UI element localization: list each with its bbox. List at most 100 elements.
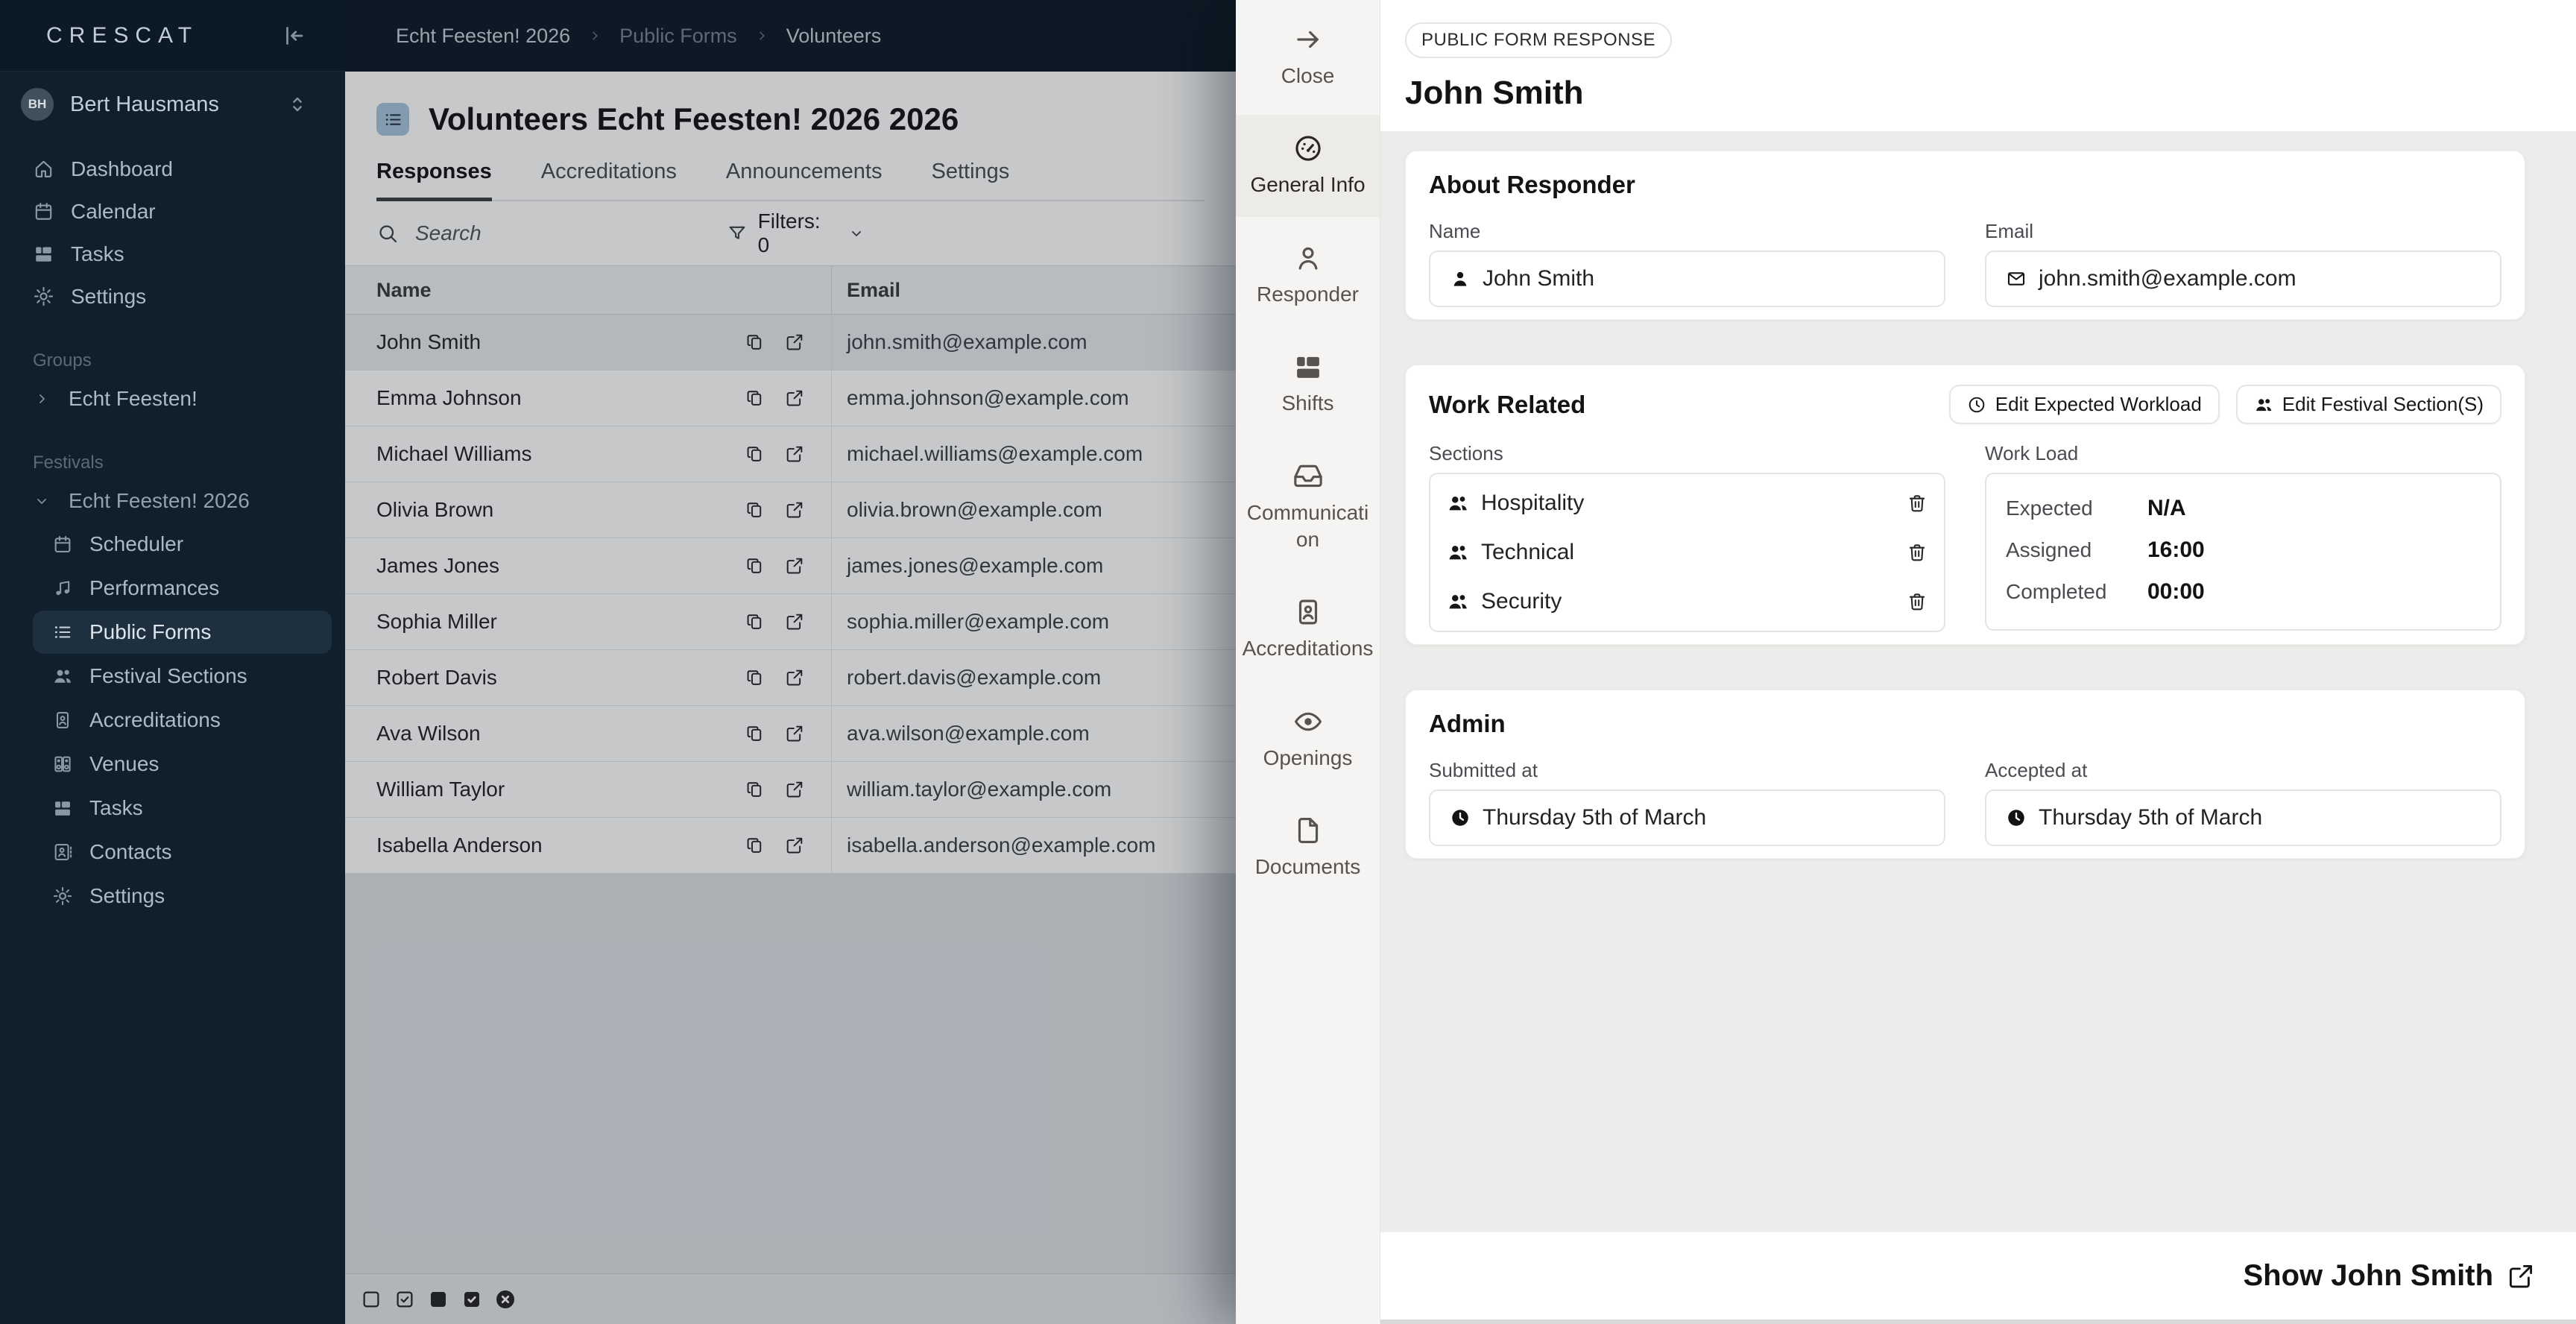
festival-item-label: Tasks: [89, 796, 143, 820]
drawer-nav-item[interactable]: Communication: [1236, 443, 1380, 572]
table-row[interactable]: Emma Johnson emma.johnson@example.com: [345, 371, 1236, 426]
drawer-nav-item[interactable]: General Info: [1236, 115, 1380, 216]
card-title: Work Related: [1429, 391, 1949, 419]
edit-festival-sections-button[interactable]: Edit Festival Section(S): [2236, 385, 2501, 424]
row-name: Sophia Miller: [376, 610, 724, 634]
external-link-icon[interactable]: [785, 780, 804, 799]
drawer-nav-item[interactable]: Accreditations: [1236, 579, 1380, 680]
external-link-icon[interactable]: [785, 556, 804, 576]
sidebar-item[interactable]: Calendar: [0, 190, 345, 233]
row-name: Isabella Anderson: [376, 833, 724, 857]
copy-icon[interactable]: [745, 332, 764, 352]
list-icon: [52, 622, 73, 643]
search-input[interactable]: [415, 221, 727, 245]
copy-icon[interactable]: [745, 612, 764, 631]
filters-button[interactable]: Filters: 0: [727, 209, 865, 257]
sidebar-item[interactable]: Tasks: [0, 233, 345, 275]
table-row[interactable]: Robert Davis robert.davis@example.com: [345, 650, 1236, 706]
external-link-icon[interactable]: [785, 444, 804, 464]
row-email: michael.williams@example.com: [831, 426, 1236, 482]
tab[interactable]: Responses: [376, 160, 492, 201]
edit-expected-workload-button[interactable]: Edit Expected Workload: [1949, 385, 2220, 424]
sidebar-festival-item[interactable]: Scheduler: [33, 523, 332, 566]
sidebar-festival-item[interactable]: Accreditations: [33, 699, 332, 742]
collapse-sidebar-icon[interactable]: [280, 22, 306, 49]
table-row[interactable]: Michael Williams michael.williams@exampl…: [345, 426, 1236, 482]
sidebar-festival-item[interactable]: Settings: [33, 874, 332, 918]
drawer-nav-item[interactable]: Openings: [1236, 688, 1380, 789]
crescat-logo: CRESCAT: [46, 23, 198, 48]
calendar-icon: [33, 201, 54, 222]
festivals-section-label: Festivals: [0, 453, 345, 473]
external-link-icon[interactable]: [785, 500, 804, 520]
sidebar-festival-item[interactable]: Festival Sections: [33, 655, 332, 698]
sidebar-festival-item[interactable]: Venues: [33, 743, 332, 786]
user-menu[interactable]: BH Bert Hausmans: [0, 72, 345, 137]
table-row[interactable]: William Taylor william.taylor@example.co…: [345, 762, 1236, 818]
trash-icon[interactable]: [1907, 591, 1928, 612]
sidebar-festival-item[interactable]: Performances: [33, 567, 332, 610]
copy-icon[interactable]: [745, 556, 764, 576]
sidebar-item-group[interactable]: Echt Feesten!: [0, 377, 345, 420]
breadcrumb-volunteers[interactable]: Volunteers: [786, 25, 882, 48]
sidebar-festival-item[interactable]: Contacts: [33, 830, 332, 874]
group-items: Echt Feesten!: [0, 377, 345, 420]
copy-icon[interactable]: [745, 836, 764, 855]
table-row[interactable]: Isabella Anderson isabella.anderson@exam…: [345, 818, 1236, 874]
square-check-icon[interactable]: [394, 1288, 416, 1311]
copy-icon[interactable]: [745, 388, 764, 408]
square-icon[interactable]: [360, 1288, 382, 1311]
column-email[interactable]: Email: [831, 266, 1236, 314]
sidebar-item-festival[interactable]: Echt Feesten! 2026: [0, 479, 345, 522]
breadcrumb-festival[interactable]: Echt Feesten! 2026: [396, 25, 570, 48]
drawer-nav-item[interactable]: Shifts: [1236, 333, 1380, 435]
sidebar-festival-item[interactable]: Tasks: [33, 786, 332, 830]
external-link-icon[interactable]: [785, 388, 804, 408]
copy-icon[interactable]: [745, 668, 764, 687]
breadcrumb-public-forms[interactable]: Public Forms: [619, 25, 737, 48]
row-email: william.taylor@example.com: [831, 762, 1236, 817]
section-row: Hospitality: [1447, 479, 1928, 528]
drawer-nav-label: Openings: [1263, 745, 1353, 772]
name-field[interactable]: John Smith: [1429, 250, 1945, 307]
circle-x-icon[interactable]: [494, 1288, 517, 1311]
square-check-filled-icon[interactable]: [461, 1288, 483, 1311]
sidebar-item[interactable]: Settings: [0, 275, 345, 318]
tab[interactable]: Settings: [931, 160, 1009, 201]
tab[interactable]: Announcements: [726, 160, 883, 201]
sidebar-item[interactable]: Dashboard: [0, 148, 345, 190]
table-row[interactable]: James Jones james.jones@example.com: [345, 538, 1236, 594]
rows-icon: [1292, 351, 1324, 382]
table-row[interactable]: Sophia Miller sophia.miller@example.com: [345, 594, 1236, 650]
trash-icon[interactable]: [1907, 542, 1928, 563]
square-filled-icon[interactable]: [427, 1288, 449, 1311]
festival-item-label: Festival Sections: [89, 664, 247, 688]
email-field[interactable]: john.smith@example.com: [1985, 250, 2501, 307]
show-responder-link[interactable]: Show John Smith: [2243, 1259, 2535, 1293]
accepted-at-field[interactable]: Thursday 5th of March: [1985, 789, 2501, 846]
external-link-icon[interactable]: [785, 612, 804, 631]
drawer-nav-item[interactable]: Close: [1236, 6, 1380, 107]
external-link-icon[interactable]: [785, 836, 804, 855]
drawer-nav-item[interactable]: Documents: [1236, 797, 1380, 898]
envelope-icon: [2006, 268, 2027, 289]
external-link-icon[interactable]: [785, 724, 804, 743]
drawer-nav-item[interactable]: Responder: [1236, 224, 1380, 326]
copy-icon[interactable]: [745, 500, 764, 520]
tab[interactable]: Accreditations: [541, 160, 677, 201]
column-name[interactable]: Name: [345, 279, 831, 302]
table-row[interactable]: Ava Wilson ava.wilson@example.com: [345, 706, 1236, 762]
external-link-icon[interactable]: [785, 668, 804, 687]
copy-icon[interactable]: [745, 780, 764, 799]
funnel-icon: [727, 223, 748, 244]
drawer-content: PUBLIC FORM RESPONSE John Smith About Re…: [1380, 0, 2576, 1324]
table-row[interactable]: John Smith john.smith@example.com: [345, 315, 1236, 371]
external-link-icon[interactable]: [785, 332, 804, 352]
trash-icon[interactable]: [1907, 493, 1928, 514]
copy-icon[interactable]: [745, 724, 764, 743]
copy-icon[interactable]: [745, 444, 764, 464]
sections-label: Sections: [1429, 442, 1945, 465]
table-row[interactable]: Olivia Brown olivia.brown@example.com: [345, 482, 1236, 538]
submitted-at-field[interactable]: Thursday 5th of March: [1429, 789, 1945, 846]
sidebar-festival-item[interactable]: Public Forms: [33, 611, 332, 654]
